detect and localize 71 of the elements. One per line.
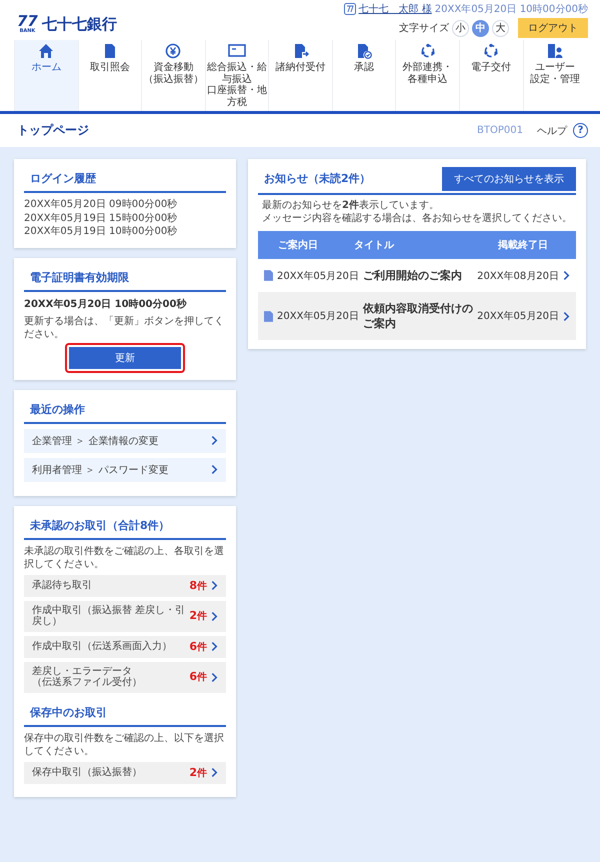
nav-tab[interactable]: 総合振込・給与振込 口座振替・地方税 xyxy=(204,40,268,111)
transaction-count: 2件 xyxy=(189,609,207,623)
saved-note: 保存中の取引件数をご確認の上、以下を選択してください。 xyxy=(24,732,225,758)
chevron-icon xyxy=(211,435,218,446)
logout-button[interactable]: ログアウト xyxy=(518,18,588,38)
document-arrow-icon xyxy=(292,43,309,59)
transaction-count: 8件 xyxy=(189,578,207,592)
transaction-label: 作成中取引（振込振替 差戻し・引戻し） xyxy=(32,604,186,628)
user-badge-icon xyxy=(344,3,356,15)
transaction-count: 6件 xyxy=(189,640,207,654)
logo-mark: 77 xyxy=(17,14,38,29)
card-title: ログイン履歴 xyxy=(24,167,226,193)
card-title: お知らせ（未読2件） xyxy=(263,171,372,187)
yen-coin-icon xyxy=(165,43,182,59)
screen-code: BTOP001 xyxy=(477,125,523,136)
notice-info: メッセージ内容を確認する場合は、各お知らせを選択してください。 xyxy=(261,212,573,225)
transaction-count: 2件 xyxy=(189,766,207,780)
connection-ring-icon xyxy=(483,43,500,59)
chevron-icon xyxy=(211,580,218,591)
column-header: ご案内日 xyxy=(277,238,319,252)
recent-operation[interactable]: 利用者管理 ＞ パスワード変更 xyxy=(24,458,226,482)
column-header: タイトル xyxy=(353,239,396,252)
font-size-button[interactable]: 小 xyxy=(452,20,469,36)
transaction-label: 差戻し・エラーデータ xyxy=(32,666,133,676)
document-check-icon xyxy=(356,43,372,59)
card-title: 最近の操作 xyxy=(24,398,226,424)
transaction-label: 承認待ち取引 xyxy=(32,580,93,592)
transaction-label: （伝送系ファイル受付） xyxy=(32,677,143,688)
connection-ring-icon xyxy=(420,43,436,59)
card-title: 未承認のお取引（合計8件） xyxy=(24,514,226,540)
transaction-item[interactable]: 保存中取引（振込振替） 2件 xyxy=(24,762,226,784)
bank-name: 七十七銀行 xyxy=(42,15,117,34)
transaction-item[interactable]: 作成中取引（伝送系画面入力） 6件 xyxy=(24,636,226,658)
transaction-item[interactable]: 承認待ち取引 8件 xyxy=(24,574,226,596)
document-icon xyxy=(264,310,273,322)
login-entry: 20XX年05月19日 10時00分00秒 xyxy=(24,225,178,238)
chevron-icon xyxy=(211,464,218,475)
pending-note: 未承認の取引件数をご確認の上、各取引を選択してください。 xyxy=(24,544,225,570)
chevron-icon xyxy=(211,641,218,652)
card-title: 保存中のお取引 xyxy=(24,700,226,726)
login-entry: 20XX年05月19日 15時00分00秒 xyxy=(24,212,178,225)
chevron-icon xyxy=(211,672,218,682)
transaction-item[interactable]: 差戻し・エラーデータ （伝送系ファイル受付） 6件 xyxy=(24,662,226,692)
transaction-count: 6件 xyxy=(189,670,207,684)
certificate-expiry: 20XX年05月20日 10時00分00秒 xyxy=(24,298,188,310)
chevron-icon xyxy=(563,310,570,322)
document-icon xyxy=(264,270,273,281)
nav-tab[interactable]: ホーム xyxy=(14,40,78,111)
chevron-icon xyxy=(211,610,218,622)
login-entry: 20XX年05月20日 09時00分00秒 xyxy=(24,198,178,212)
card-title: 電子証明書有効期限 xyxy=(24,266,226,292)
chevron-icon xyxy=(211,767,218,778)
transaction-label: 作成中取引（伝送系画面入力） xyxy=(32,640,173,652)
column-header: 掲載終了日 xyxy=(498,238,549,252)
home-icon xyxy=(38,43,54,59)
notice-info: 最新のお知らせを2件表示しています。 xyxy=(261,199,440,212)
show-all-button[interactable]: すべてのお知らせを表示 xyxy=(442,167,576,191)
user-link[interactable]: 七十七 太郎 様 xyxy=(358,2,432,16)
help-icon[interactable]: ? xyxy=(573,123,588,138)
certificate-note: 更新する場合は、「更新」ボタンを押してください。 xyxy=(24,314,225,340)
font-size-button[interactable]: 大 xyxy=(492,20,509,36)
transaction-label: 保存中取引（振込振替） xyxy=(32,766,143,778)
card-icon xyxy=(228,43,246,59)
chevron-icon xyxy=(563,270,570,281)
help-link[interactable]: ヘルプ xyxy=(537,124,567,138)
recent-operation[interactable]: 企業管理 ＞ 企業情報の変更 xyxy=(24,428,226,452)
page-title: トップページ xyxy=(17,122,89,139)
update-button[interactable]: 更新 xyxy=(67,344,183,370)
login-datetime: 20XX年05月20日 10時00分00秒 xyxy=(434,2,588,16)
font-size-label: 文字サイズ xyxy=(399,22,449,35)
user-settings-icon xyxy=(546,43,563,59)
